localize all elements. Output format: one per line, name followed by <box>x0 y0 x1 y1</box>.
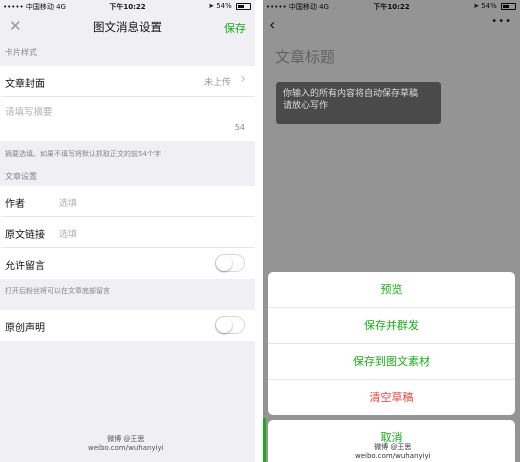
save-and-send-button[interactable]: 保存并群发 <box>268 308 515 344</box>
cover-status: 未上传 <box>203 78 231 88</box>
battery-percent: 54% <box>216 2 232 10</box>
battery-indicator: ➤ 54% <box>208 2 251 10</box>
autosave-toast: 你输入的所有内容将自动保存草稿 请放心写作 <box>276 82 441 124</box>
watermark: 微博 @王思 weibo.com/wuhanyiyi <box>88 435 164 452</box>
source-link-input[interactable]: 选填 <box>59 227 77 240</box>
accent-strip <box>263 418 266 462</box>
status-bar: ••••• 中国移动 4G 下午10:22 ➤ 54% <box>0 0 255 14</box>
summary-char-count: 54 <box>234 123 245 132</box>
watermark: 微博 @王思 weibo.com/wuhanyiyi <box>355 443 431 460</box>
allow-comments-row: 允许留言 <box>0 248 255 279</box>
location-icon: ➤ <box>208 2 214 10</box>
save-button[interactable]: 保存 <box>224 20 246 36</box>
allow-comments-toggle[interactable] <box>215 254 245 272</box>
source-link-row[interactable]: 原文链接 选填 <box>0 217 255 247</box>
nav-bar: ✕ 图文消息设置 保存 <box>0 14 255 40</box>
save-to-materials-button[interactable]: 保存到图文素材 <box>268 344 515 380</box>
toast-line: 请放心写作 <box>283 101 329 111</box>
clear-draft-button[interactable]: 清空草稿 <box>268 380 515 415</box>
allow-comments-label: 允许留言 <box>5 261 45 272</box>
comments-hint: 打开后粉丝将可以在文章底部留言 <box>5 287 110 295</box>
original-declaration-label: 原创声明 <box>5 323 45 334</box>
page-title: 图文消息设置 <box>93 20 162 34</box>
cover-label: 文章封面 <box>5 79 45 90</box>
battery-icon <box>236 2 251 10</box>
original-declaration-toggle[interactable] <box>215 316 245 334</box>
article-settings-heading: 文章设置 <box>5 172 37 181</box>
cover-row[interactable]: 文章封面 未上传 › <box>0 66 255 96</box>
card-style-heading: 卡片样式 <box>5 48 37 57</box>
summary-hint: 摘要选填。如果不填写将默认抓取正文的前54个字 <box>5 150 161 158</box>
author-row[interactable]: 作者 选填 <box>0 186 255 216</box>
editor-screen: ••••• 中国移动 4G 下午10:22 ➤ 54% ‹ ••• 文章标题 你… <box>263 0 520 462</box>
chevron-right-icon: › <box>240 71 246 87</box>
toast-line: 你输入的所有内容将自动保存草稿 <box>283 89 419 99</box>
original-declaration-row: 原创声明 <box>0 310 255 341</box>
author-label: 作者 <box>5 199 25 210</box>
author-input[interactable]: 选填 <box>59 196 77 209</box>
action-sheet: 预览 保存并群发 保存到图文素材 清空草稿 <box>268 272 515 415</box>
summary-input[interactable]: 请填写摘要 <box>5 104 53 118</box>
summary-field[interactable]: 请填写摘要 54 <box>0 97 255 141</box>
screen-divider <box>255 0 263 462</box>
preview-button[interactable]: 预览 <box>268 272 515 308</box>
source-link-label: 原文链接 <box>5 230 45 241</box>
settings-screen: ••••• 中国移动 4G 下午10:22 ➤ 54% ✕ 图文消息设置 保存 … <box>0 0 255 462</box>
